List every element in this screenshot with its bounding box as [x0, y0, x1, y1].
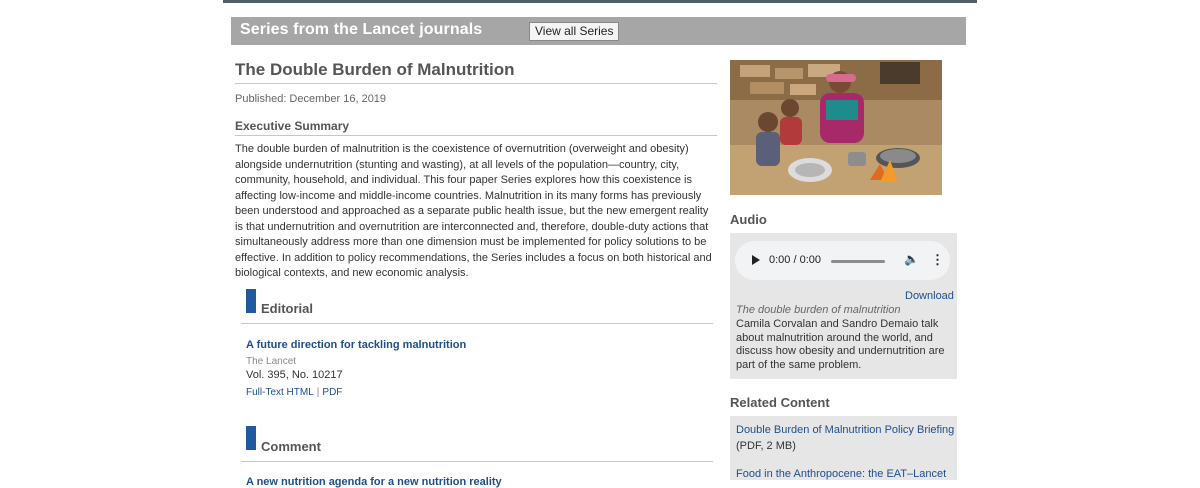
related-content-panel: Double Burden of Malnutrition Policy Bri…: [730, 416, 957, 480]
audio-panel: 0:00 / 0:00 🔈 ⋮ Download The double burd…: [730, 233, 957, 379]
series-title: Series from the Lancet journals: [240, 21, 483, 38]
link-separator: |: [316, 387, 320, 398]
section-title-comment: Comment: [261, 439, 321, 454]
section-divider: [241, 323, 713, 324]
section-marker: [246, 426, 256, 450]
comment-article-title-link[interactable]: A new nutrition agenda for a new nutriti…: [246, 476, 502, 488]
editorial-links: Full-Text HTML | PDF: [246, 387, 342, 398]
main-content: The Double Burden of Malnutrition Publis…: [235, 60, 717, 282]
related-item-meta: (PDF, 2 MB): [736, 440, 796, 452]
audio-player[interactable]: 0:00 / 0:00 🔈 ⋮: [735, 241, 950, 280]
more-options-icon[interactable]: ⋮: [931, 252, 944, 268]
download-link[interactable]: Download: [905, 290, 954, 302]
play-icon[interactable]: [752, 255, 760, 265]
top-border: [223, 0, 977, 3]
executive-summary-heading: Executive Summary: [235, 119, 717, 136]
audio-caption: The double burden of malnutrition: [736, 304, 901, 316]
related-item-link[interactable]: Food in the Anthropocene: the EAT–Lancet: [736, 468, 946, 480]
series-header-bar: Series from the Lancet journals View all…: [231, 17, 966, 45]
pdf-link[interactable]: PDF: [322, 387, 342, 398]
fulltext-html-link[interactable]: Full-Text HTML: [246, 387, 314, 398]
audio-heading: Audio: [730, 212, 767, 227]
volume-icon[interactable]: 🔈: [904, 252, 919, 266]
section-divider: [241, 461, 713, 462]
editorial-article-title-link[interactable]: A future direction for tackling malnutri…: [246, 339, 466, 351]
related-content-heading: Related Content: [730, 395, 830, 410]
section-marker: [246, 289, 256, 313]
view-all-series-button[interactable]: View all Series: [529, 22, 620, 41]
cover-photo-illustration: [730, 60, 942, 195]
audio-description: Camila Corvalan and Sandro Demaio talk a…: [736, 318, 945, 371]
player-time: 0:00 / 0:00: [769, 254, 821, 266]
seek-bar[interactable]: [831, 260, 885, 263]
editorial-journal-name: The Lancet: [246, 356, 297, 367]
related-item-link[interactable]: Double Burden of Malnutrition Policy Bri…: [736, 424, 954, 436]
section-title-editorial: Editorial: [261, 301, 314, 316]
series-cover-photo: [730, 60, 942, 195]
page-title: The Double Burden of Malnutrition: [235, 60, 717, 84]
editorial-volume: Vol. 395, No. 10217: [246, 369, 343, 381]
published-date: Published: December 16, 2019: [235, 93, 387, 105]
executive-summary-text: The double burden of malnutrition is the…: [235, 143, 712, 279]
